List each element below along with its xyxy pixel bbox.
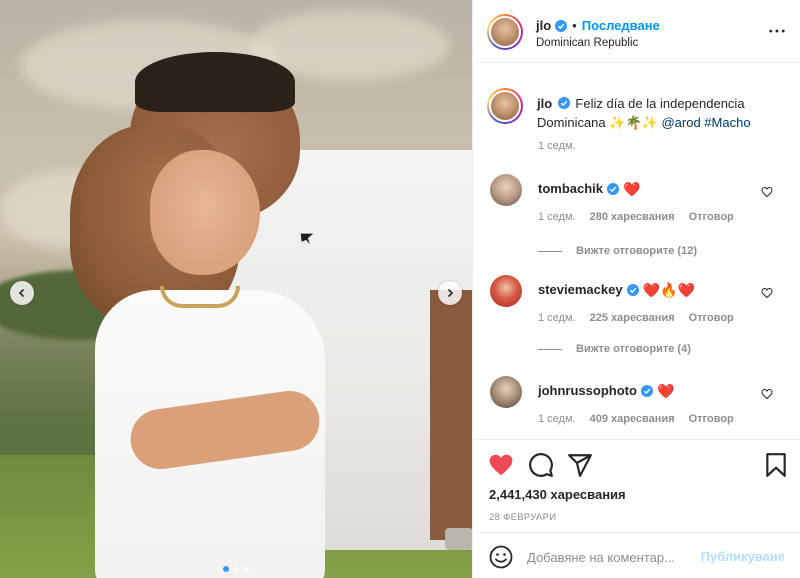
comment-likes-count[interactable]: 225 харесвания (590, 312, 675, 324)
comment-likes-count[interactable]: 280 харесвания (590, 211, 675, 223)
comment-meta: 1 седм. 225 харесвания Отговор (538, 312, 734, 324)
watch (445, 528, 472, 550)
more-dots-icon (769, 29, 785, 33)
comment-like-heart-icon[interactable] (761, 186, 773, 198)
commenter-avatar[interactable] (490, 376, 522, 408)
replies-divider (538, 250, 562, 252)
save-bookmark-icon[interactable] (763, 452, 789, 478)
view-replies-label: Вижте отговорите (4) (576, 343, 691, 355)
comment-likes-count[interactable]: 409 харесвания (590, 413, 675, 425)
post-side-panel: jlo • Последване Dominican Republic jlo … (472, 0, 800, 578)
post-actions: 2,441,430 харесвания 28 ФЕВРУАРИ Публику… (473, 439, 800, 578)
comment-timestamp[interactable]: 1 седм. (538, 312, 576, 324)
likes-summary[interactable]: 2,441,430 харесвания (489, 487, 626, 502)
add-comment-bar: Публикуване (473, 532, 800, 578)
view-replies-label: Вижте отговорите (12) (576, 245, 697, 257)
caption-hashtag-link[interactable]: #Macho (704, 115, 750, 130)
caption-timestamp[interactable]: 1 седм. (538, 140, 576, 152)
commenter-username[interactable]: tombachik (538, 181, 603, 196)
carousel-dot (233, 566, 239, 572)
like-heart-icon[interactable] (488, 452, 514, 478)
emoji-smiley-icon[interactable] (489, 545, 513, 569)
author-username[interactable]: jlo (536, 18, 551, 33)
comment-body: steviemackey ❤️🔥❤️ (538, 282, 695, 297)
comment-timestamp[interactable]: 1 седм. (538, 413, 576, 425)
commenter-avatar[interactable] (490, 174, 522, 206)
caption-username[interactable]: jlo (537, 96, 552, 111)
post-photo[interactable] (0, 0, 472, 578)
comment-like-heart-icon[interactable] (761, 388, 773, 400)
comment-like-heart-icon[interactable] (761, 287, 773, 299)
comment-body: johnrussophoto ❤️ (538, 383, 674, 398)
follow-button[interactable]: Последване (582, 18, 660, 33)
share-send-icon[interactable] (567, 452, 593, 478)
author-line: jlo • Последване (536, 18, 660, 33)
carousel-dot (223, 566, 229, 572)
comment-bubble-icon[interactable] (528, 452, 554, 478)
necklace (160, 286, 240, 308)
verified-badge-icon (640, 384, 653, 397)
comment-text: ❤️ (623, 180, 641, 197)
comment-reply-button[interactable]: Отговор (689, 312, 734, 324)
separator: • (572, 18, 577, 33)
caption-author-avatar[interactable] (487, 88, 523, 124)
commenter-username[interactable]: steviemackey (538, 282, 623, 297)
verified-badge-icon (555, 19, 568, 32)
woman-face (150, 150, 260, 275)
post-location[interactable]: Dominican Republic (536, 37, 638, 49)
man-hair (135, 52, 295, 112)
carousel-dot (243, 566, 249, 572)
man-arm (430, 290, 472, 540)
comment-timestamp[interactable]: 1 седм. (538, 211, 576, 223)
post-comment-button[interactable]: Публикуване (701, 549, 785, 564)
likes-count: 2,441,430 (489, 487, 547, 502)
comment-text: ❤️ (656, 382, 675, 399)
post-caption: jlo Feliz día de la independencia Domini… (537, 94, 787, 132)
post-date[interactable]: 28 ФЕВРУАРИ (489, 512, 556, 523)
chevron-left-icon (18, 288, 25, 298)
verified-badge-icon (557, 97, 570, 109)
view-replies-button[interactable]: Вижте отговорите (4) (538, 343, 691, 355)
caption-mention-link[interactable]: @arod (661, 115, 700, 130)
comment-input[interactable] (527, 545, 697, 569)
more-options-button[interactable] (768, 22, 786, 40)
replies-divider (538, 348, 562, 350)
commenter-avatar[interactable] (490, 275, 522, 307)
comments-list[interactable]: jlo Feliz día de la independencia Domini… (473, 64, 800, 438)
likes-label: харесвания (550, 487, 626, 502)
verified-badge-icon (607, 182, 620, 195)
comment-meta: 1 седм. 409 харесвания Отговор (538, 413, 734, 425)
chevron-right-icon (447, 288, 454, 298)
comment-reply-button[interactable]: Отговор (689, 211, 734, 223)
author-avatar[interactable] (487, 14, 523, 50)
verified-badge-icon (626, 283, 639, 296)
carousel-next-button[interactable] (438, 281, 462, 305)
view-replies-button[interactable]: Вижте отговорите (12) (538, 245, 697, 257)
comment-reply-button[interactable]: Отговор (689, 413, 734, 425)
commenter-username[interactable]: johnrussophoto (538, 383, 637, 398)
comment-text: ❤️🔥❤️ (642, 281, 695, 298)
carousel-prev-button[interactable] (10, 281, 34, 305)
carousel-indicator (0, 566, 472, 572)
post-header: jlo • Последване Dominican Republic (473, 0, 800, 63)
comment-meta: 1 седм. 280 харесвания Отговор (538, 211, 734, 223)
comment-body: tombachik ❤️ (538, 181, 640, 196)
shirt-logo-icon (298, 230, 318, 250)
